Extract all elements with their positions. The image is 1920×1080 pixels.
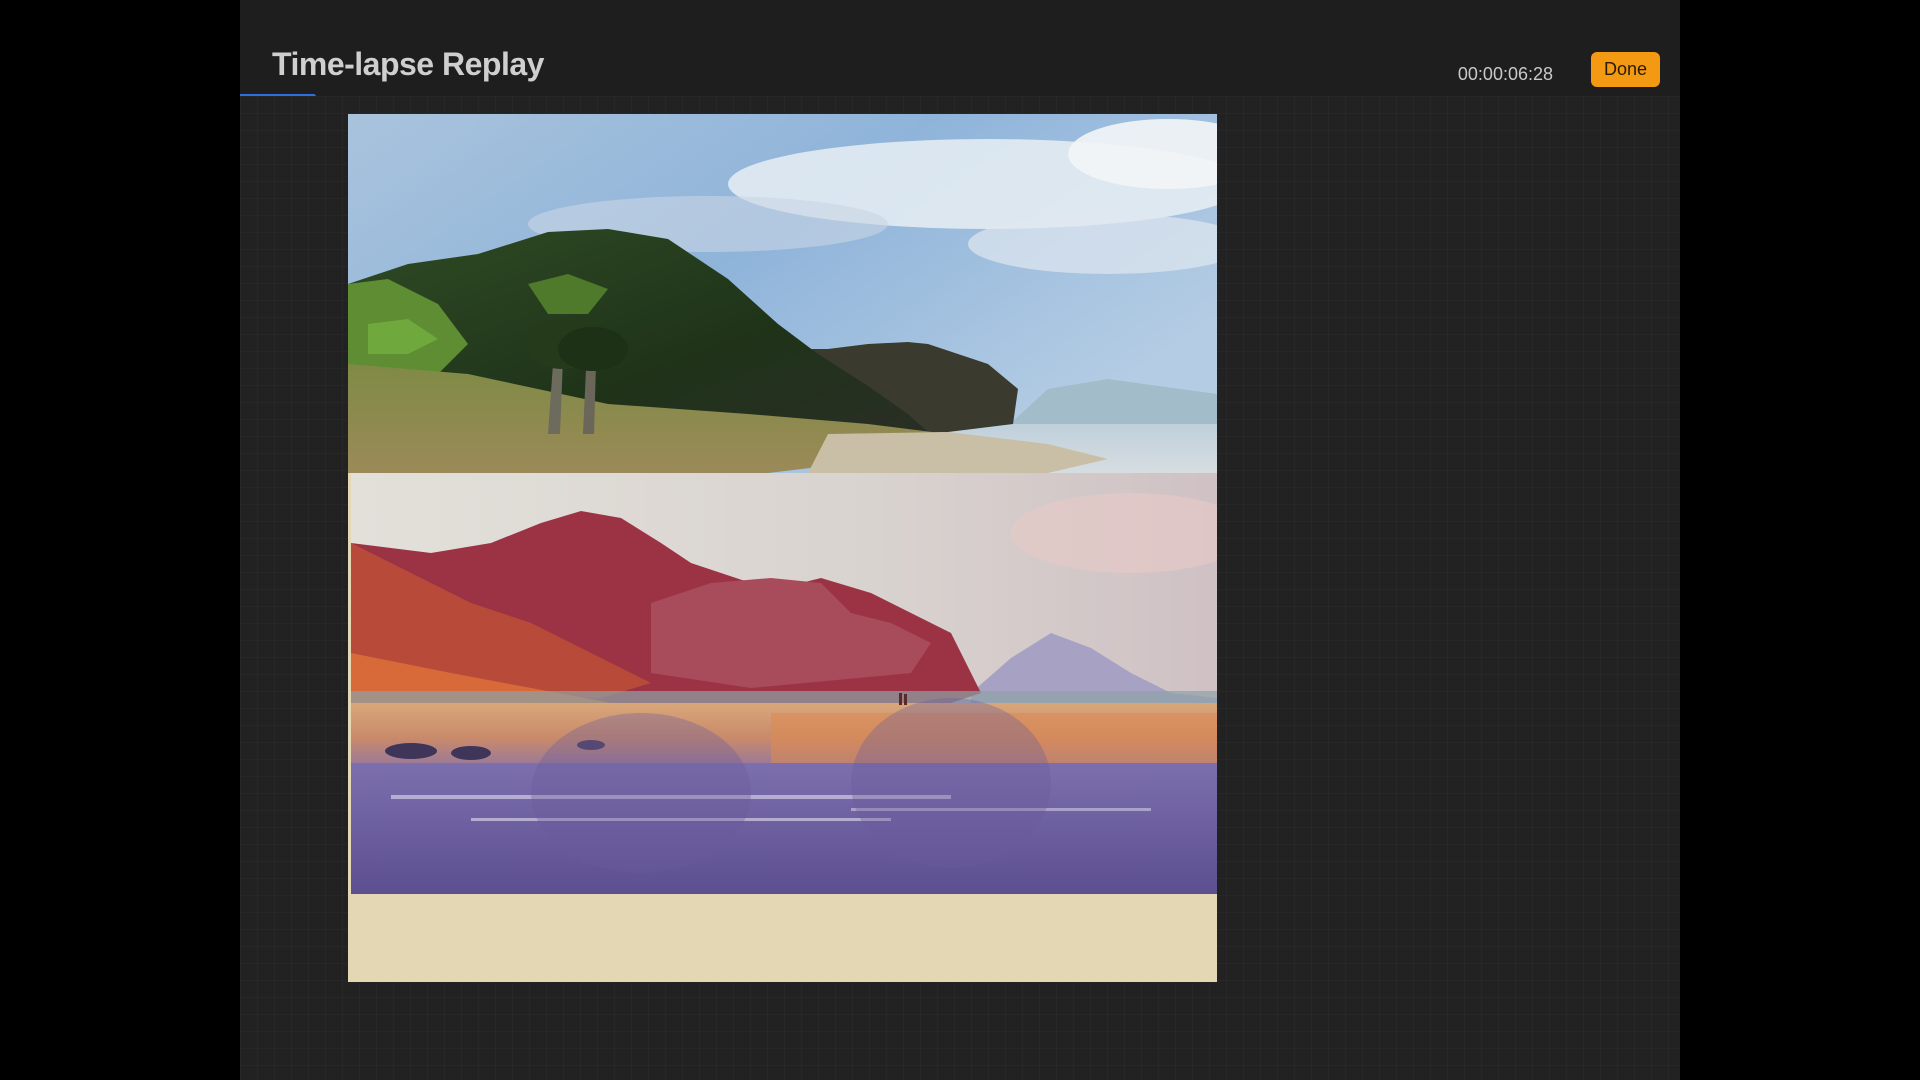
reference-photo — [348, 114, 1217, 473]
page-title: Time-lapse Replay — [272, 46, 544, 82]
landscape-photo-icon — [348, 114, 1217, 473]
done-button[interactable]: Done — [1591, 52, 1660, 87]
artwork-canvas[interactable] — [348, 114, 1217, 982]
painting-in-progress — [351, 473, 1217, 894]
replay-header: Time-lapse Replay 00:00:06:28 Done — [240, 0, 1680, 99]
landscape-painting-icon — [351, 473, 1217, 894]
replay-workspace — [240, 96, 1680, 1080]
replay-timestamp: 00:00:06:28 — [1457, 64, 1553, 84]
blank-canvas-area — [348, 894, 1217, 982]
timelapse-replay-window: Time-lapse Replay 00:00:06:28 Done — [240, 0, 1680, 1080]
